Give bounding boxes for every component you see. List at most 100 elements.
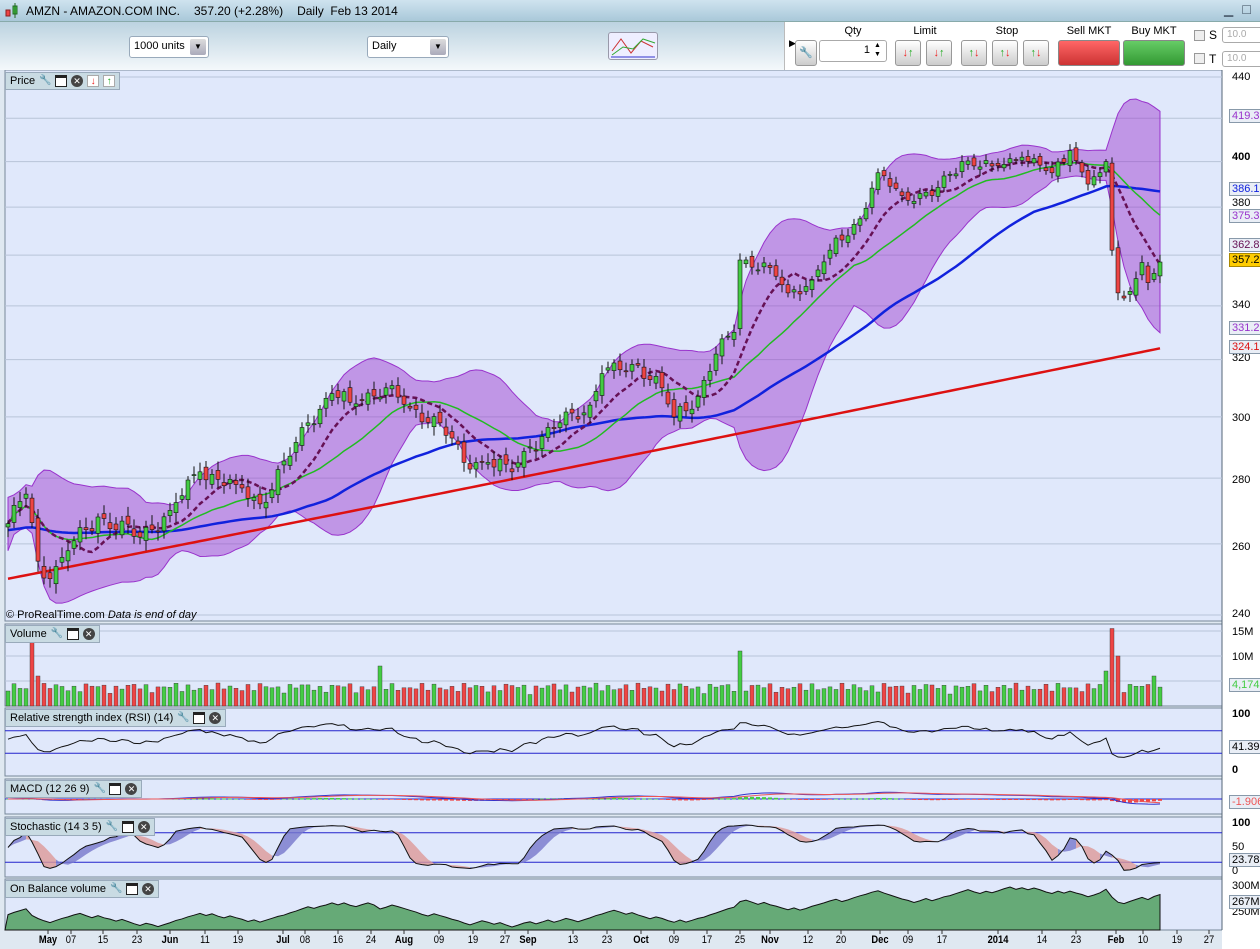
move-up-icon[interactable]: ↑ — [103, 75, 116, 87]
candle — [887, 178, 893, 187]
candle — [653, 376, 659, 384]
volume-bar — [1007, 688, 1013, 707]
macd-histogram-bar — [258, 799, 262, 800]
candle — [1073, 147, 1079, 161]
candle — [659, 372, 665, 389]
wrench-icon[interactable]: 🔧 — [51, 628, 63, 640]
buy-market-button[interactable] — [1123, 40, 1185, 66]
trading-panel: ▶ 🔧 Qty 1 ▲ ▼ Limit ↓↑ ↓↑ Stop ↑↓ ↑↓ ↑↓ S… — [784, 22, 1260, 70]
macd-histogram-bar — [1146, 799, 1150, 802]
window-icon[interactable] — [126, 883, 138, 895]
volume-bar — [905, 692, 911, 707]
price-tick: 300 — [1232, 412, 1251, 424]
wrench-icon[interactable]: 🔧 — [110, 883, 122, 895]
volume-bar — [83, 683, 89, 707]
candle — [515, 462, 521, 468]
limit-buy-button[interactable]: ↓↑ — [895, 40, 921, 66]
close-icon[interactable]: ✕ — [125, 783, 138, 795]
wrench-icon[interactable]: 🔧 — [93, 783, 105, 795]
timeframe-select[interactable]: Daily ▼ — [367, 36, 449, 58]
macd-histogram-bar — [1008, 799, 1012, 800]
close-icon[interactable]: ✕ — [71, 75, 84, 87]
window-icon[interactable] — [55, 75, 68, 87]
volume-bar — [653, 687, 659, 707]
chart-area[interactable] — [0, 70, 1260, 949]
volume-bar — [419, 683, 425, 707]
price-tick: 440 — [1232, 71, 1251, 83]
candle — [905, 191, 911, 201]
qty-label: Qty — [844, 25, 862, 37]
window-icon[interactable] — [121, 821, 134, 833]
window-icon[interactable] — [193, 712, 206, 724]
settings-wrench-button[interactable]: 🔧 — [795, 40, 817, 66]
timeframe-value: Daily — [372, 40, 397, 52]
candle — [611, 362, 617, 371]
macd-histogram-bar — [522, 799, 526, 800]
volume-bar — [953, 685, 959, 707]
maximize-button[interactable]: ☐ — [1241, 3, 1252, 17]
volume-bar — [431, 683, 437, 707]
sell-market-button[interactable] — [1058, 40, 1120, 66]
qty-stepper[interactable]: ▲ ▼ — [874, 41, 881, 59]
minimize-button[interactable]: ▁ — [1224, 3, 1233, 17]
t-value-input[interactable]: 10.0 — [1222, 51, 1260, 67]
close-icon[interactable]: ✕ — [142, 883, 154, 895]
s-value-input[interactable]: 10.0 — [1222, 27, 1260, 43]
volume-bar — [983, 685, 989, 707]
s-label: S — [1209, 28, 1218, 42]
candle — [959, 161, 965, 173]
macd-histogram-bar — [954, 799, 958, 800]
wrench-icon[interactable]: 🔧 — [177, 712, 189, 724]
macd-histogram-bar — [1092, 799, 1096, 801]
stop-sell-button[interactable]: ↑↓ — [992, 40, 1018, 66]
candle — [269, 489, 275, 499]
macd-histogram-bar — [270, 799, 274, 800]
macd-histogram-bar — [750, 796, 754, 800]
volume-bar — [959, 686, 965, 707]
wrench-icon[interactable]: 🔧 — [39, 75, 51, 87]
s-checkbox[interactable] — [1194, 30, 1205, 41]
volume-bar — [359, 686, 365, 707]
panel-title: On Balance volume — [10, 883, 106, 895]
limit-sell-button[interactable]: ↓↑ — [926, 40, 952, 66]
macd-histogram-bar — [996, 799, 1000, 800]
volume-bar — [101, 684, 107, 707]
volume-bar — [1001, 685, 1007, 707]
panel-title: Price — [10, 75, 36, 87]
volume-bar — [1013, 682, 1019, 707]
macd-histogram-bar — [678, 799, 682, 801]
candle — [443, 426, 449, 436]
stop-buy-button[interactable]: ↑↓ — [961, 40, 987, 66]
volume-bar — [695, 686, 701, 707]
volume-bar — [875, 691, 881, 707]
candle — [1061, 158, 1067, 163]
wrench-icon[interactable]: 🔧 — [106, 821, 118, 833]
macd-histogram-bar — [888, 798, 892, 800]
candle — [359, 399, 365, 401]
move-down-icon[interactable]: ↓ — [87, 75, 100, 87]
volume-bar — [605, 685, 611, 707]
macd-histogram-bar — [774, 797, 778, 800]
macd-histogram-bar — [1158, 799, 1162, 801]
macd-histogram-bar — [366, 798, 370, 800]
trading-system-button[interactable] — [608, 32, 658, 60]
macd-histogram-bar — [816, 799, 820, 800]
candle — [923, 191, 929, 197]
trailing-stop-button[interactable]: ↑↓ — [1023, 40, 1049, 66]
close-icon[interactable]: ✕ — [137, 821, 150, 833]
macd-histogram-bar — [372, 798, 376, 800]
volume-bar — [791, 686, 797, 707]
window-icon[interactable] — [66, 628, 79, 640]
close-icon[interactable]: ✕ — [82, 628, 95, 640]
candle — [317, 408, 323, 425]
candle — [71, 540, 77, 549]
volume-bar — [335, 685, 341, 707]
window-icon[interactable] — [109, 783, 122, 795]
macd-histogram-bar — [420, 799, 424, 801]
close-icon[interactable]: ✕ — [209, 712, 222, 724]
units-select[interactable]: 1000 units ▼ — [129, 36, 209, 58]
macd-histogram-bar — [696, 799, 700, 801]
t-checkbox[interactable] — [1194, 53, 1205, 64]
candle — [11, 505, 17, 523]
volume-bar — [107, 693, 113, 707]
